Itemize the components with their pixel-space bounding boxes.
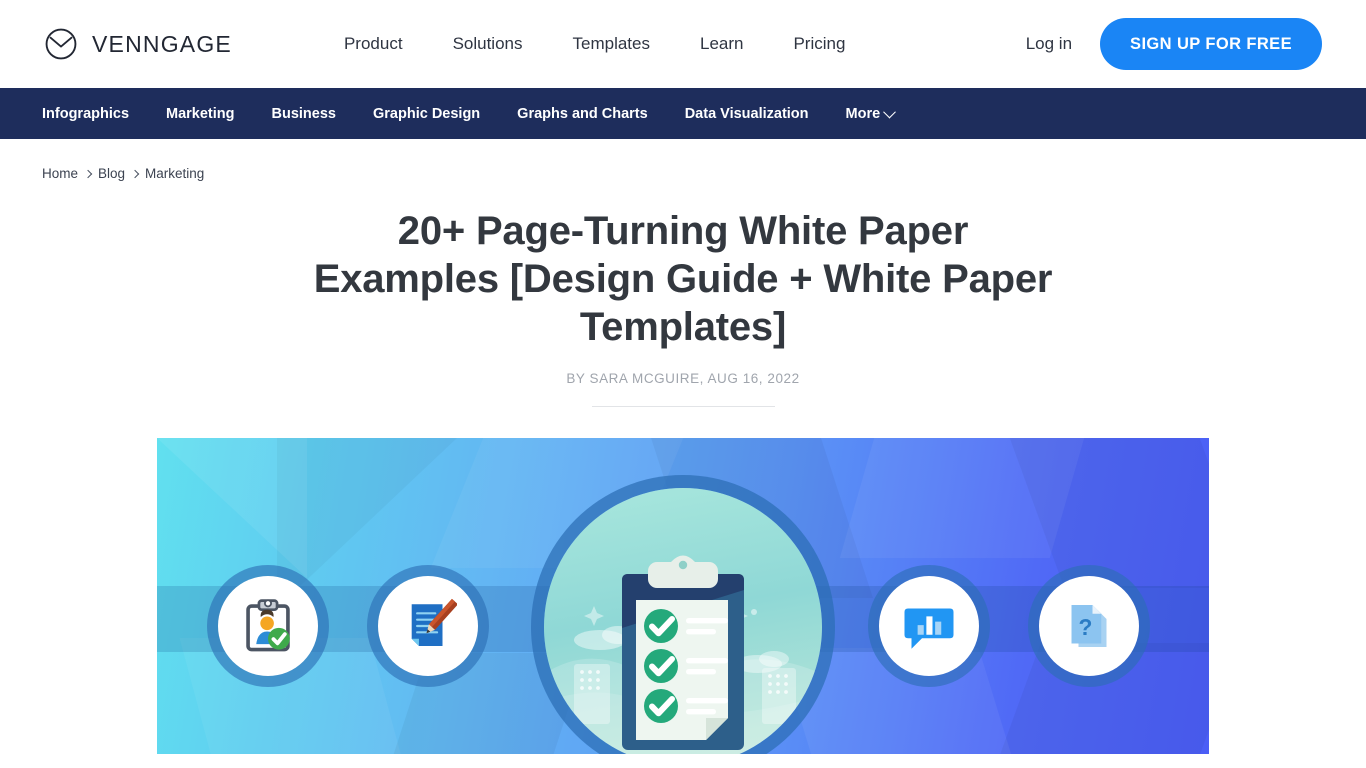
menu-item-product[interactable]: Product bbox=[344, 34, 403, 54]
svg-text:?: ? bbox=[1079, 614, 1093, 640]
chat-bar-chart-icon bbox=[879, 576, 979, 676]
article-byline: BY SARA MCGUIRE, AUG 16, 2022 bbox=[566, 371, 800, 386]
subnav-label: More bbox=[845, 105, 881, 122]
subnav-item-graphs-and-charts[interactable]: Graphs and Charts bbox=[517, 106, 648, 122]
article-header: 20+ Page-Turning White Paper Examples [D… bbox=[0, 181, 1366, 407]
subnav-label: Data Visualization bbox=[684, 105, 809, 122]
chevron-down-icon bbox=[883, 105, 897, 119]
byline-divider bbox=[591, 406, 775, 407]
subnav-label: Marketing bbox=[166, 105, 235, 122]
breadcrumb-item-home[interactable]: Home bbox=[42, 166, 78, 181]
menu-item-templates[interactable]: Templates bbox=[573, 34, 650, 54]
breadcrumb-item-marketing[interactable]: Marketing bbox=[145, 166, 204, 181]
breadcrumb-item-blog[interactable]: Blog bbox=[98, 166, 125, 181]
subnav-item-more[interactable]: More bbox=[845, 105, 897, 122]
clipboard-person-verified-icon bbox=[218, 576, 318, 676]
chevron-right-icon bbox=[83, 169, 93, 178]
category-subnav: Infographics Marketing Business Graphic … bbox=[0, 88, 1366, 139]
site-header: VENNGAGE Product Solutions Templates Lea… bbox=[0, 0, 1366, 88]
hero-image-wrapper: ? bbox=[0, 438, 1366, 754]
subnav-label: Infographics bbox=[42, 105, 130, 122]
chevron-right-icon bbox=[130, 169, 140, 178]
venngage-wordmark: VENNGAGE bbox=[92, 30, 232, 57]
subnav-item-infographics[interactable]: Infographics bbox=[42, 106, 129, 122]
subnav-label: Graphic Design bbox=[373, 105, 481, 122]
subnav-label: Business bbox=[271, 105, 336, 122]
subnav-label: Graphs and Charts bbox=[517, 105, 648, 122]
subnav-item-business[interactable]: Business bbox=[272, 106, 336, 122]
venngage-logo[interactable]: VENNGAGE bbox=[44, 27, 232, 61]
signup-button[interactable]: SIGN UP FOR FREE bbox=[1100, 18, 1322, 70]
menu-item-learn[interactable]: Learn bbox=[700, 34, 743, 54]
page-title: 20+ Page-Turning White Paper Examples [D… bbox=[313, 209, 1053, 349]
documents-question-icon: ? bbox=[1039, 576, 1139, 676]
article-hero-image: ? bbox=[157, 438, 1209, 754]
login-link[interactable]: Log in bbox=[1026, 34, 1072, 54]
subnav-item-graphic-design[interactable]: Graphic Design bbox=[373, 106, 480, 122]
subnav-item-marketing[interactable]: Marketing bbox=[166, 106, 235, 122]
primary-menu: Product Solutions Templates Learn Pricin… bbox=[344, 34, 845, 54]
venngage-circle-logo-icon bbox=[44, 27, 78, 61]
document-pencil-icon bbox=[378, 576, 478, 676]
menu-item-solutions[interactable]: Solutions bbox=[453, 34, 523, 54]
checklist-clipboard-icon bbox=[544, 488, 822, 754]
auth-actions: Log in SIGN UP FOR FREE bbox=[1026, 18, 1322, 70]
breadcrumb: Home Blog Marketing bbox=[0, 139, 1366, 181]
menu-item-pricing[interactable]: Pricing bbox=[793, 34, 845, 54]
subnav-item-data-visualization[interactable]: Data Visualization bbox=[685, 106, 809, 122]
